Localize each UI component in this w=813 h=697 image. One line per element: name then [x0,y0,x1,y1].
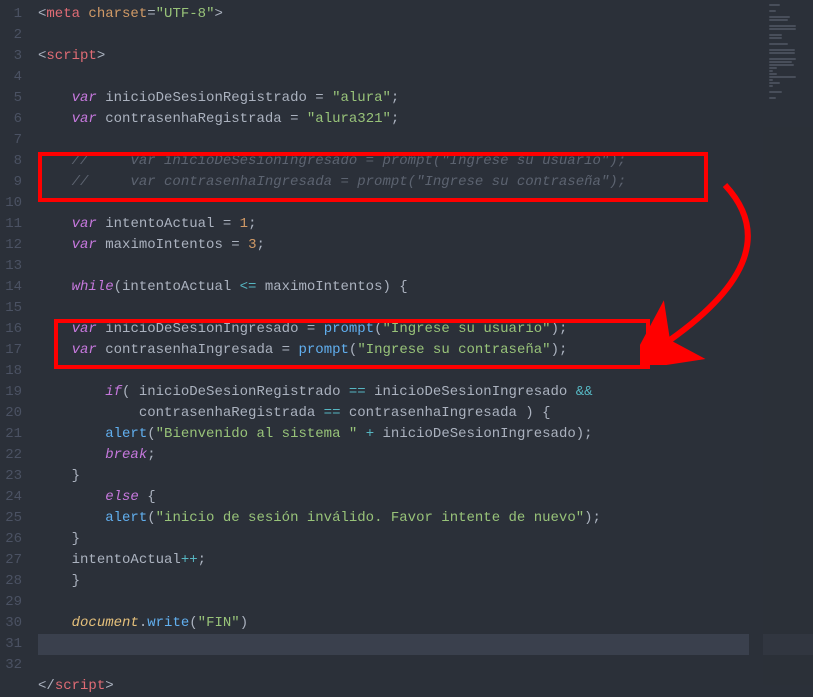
code-line-current[interactable] [38,634,813,655]
vertical-scrollbar[interactable] [749,0,763,685]
code-line[interactable]: } [38,466,813,487]
code-line[interactable]: if( inicioDeSesionRegistrado == inicioDe… [38,382,813,403]
line-number: 23 [0,466,22,487]
line-number: 13 [0,256,22,277]
minimap-content [763,0,813,104]
code-line[interactable]: // var contrasenhaIngresada = prompt("In… [38,172,813,193]
line-number: 19 [0,382,22,403]
line-number: 20 [0,403,22,424]
line-number: 22 [0,445,22,466]
line-number: 4 [0,67,22,88]
code-line[interactable]: intentoActual++; [38,550,813,571]
code-line[interactable] [38,67,813,88]
line-number: 11 [0,214,22,235]
code-line[interactable]: // var inicioDeSesionIngresado = prompt(… [38,151,813,172]
line-number: 28 [0,571,22,592]
code-line[interactable] [38,592,813,613]
code-line[interactable]: } [38,571,813,592]
line-number: 10 [0,193,22,214]
code-line[interactable]: else { [38,487,813,508]
code-line[interactable]: document.write("FIN") [38,613,813,634]
line-number: 6 [0,109,22,130]
line-number: 32 [0,655,22,676]
code-line[interactable] [38,298,813,319]
code-line[interactable]: alert("inicio de sesión inválido. Favor … [38,508,813,529]
code-line[interactable] [38,25,813,46]
line-number: 27 [0,550,22,571]
code-area[interactable]: <meta charset="UTF-8"> <script> var inic… [30,0,813,685]
line-number: 17 [0,340,22,361]
line-number: 25 [0,508,22,529]
line-number: 16 [0,319,22,340]
code-line[interactable]: var contrasenhaIngresada = prompt("Ingre… [38,340,813,361]
code-line[interactable] [38,130,813,151]
code-line[interactable]: <meta charset="UTF-8"> [38,4,813,25]
code-editor[interactable]: 1 2 3 4 5 6 7 8 9 10 11 12 13 14 15 16 1… [0,0,813,685]
code-line[interactable]: var maximoIntentos = 3; [38,235,813,256]
line-number: 24 [0,487,22,508]
code-line[interactable]: } [38,529,813,550]
code-line[interactable]: break; [38,445,813,466]
line-number: 8 [0,151,22,172]
line-number: 29 [0,592,22,613]
minimap[interactable] [763,0,813,685]
line-number: 7 [0,130,22,151]
code-line[interactable] [38,256,813,277]
line-number: 30 [0,613,22,634]
code-line[interactable]: alert("Bienvenido al sistema " + inicioD… [38,424,813,445]
code-line[interactable]: </script> [38,676,813,697]
line-number: 15 [0,298,22,319]
code-line[interactable]: var contrasenhaRegistrada = "alura321"; [38,109,813,130]
line-number: 2 [0,25,22,46]
code-line[interactable]: <script> [38,46,813,67]
line-number: 1 [0,4,22,25]
code-line[interactable]: var intentoActual = 1; [38,214,813,235]
code-line[interactable] [38,655,813,676]
code-line[interactable] [38,361,813,382]
code-line[interactable]: contrasenhaRegistrada == contrasenhaIngr… [38,403,813,424]
line-number: 9 [0,172,22,193]
line-number: 21 [0,424,22,445]
code-line[interactable] [38,193,813,214]
line-number-gutter: 1 2 3 4 5 6 7 8 9 10 11 12 13 14 15 16 1… [0,0,30,685]
code-line[interactable]: while(intentoActual <= maximoIntentos) { [38,277,813,298]
line-number: 3 [0,46,22,67]
code-line[interactable]: var inicioDeSesionRegistrado = "alura"; [38,88,813,109]
line-number: 5 [0,88,22,109]
code-line[interactable]: var inicioDeSesionIngresado = prompt("In… [38,319,813,340]
line-number: 26 [0,529,22,550]
line-number: 18 [0,361,22,382]
line-number: 12 [0,235,22,256]
line-number: 14 [0,277,22,298]
line-number: 31 [0,634,22,655]
